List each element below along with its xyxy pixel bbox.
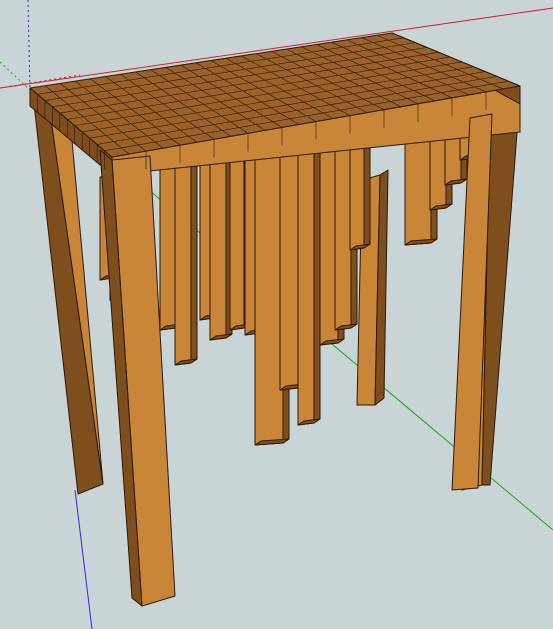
scene-canvas[interactable] [0,0,553,629]
hanging-slat-4 [229,151,245,331]
z-axis-dashed [27,0,31,91]
hanging-slat-0 [159,164,177,331]
hanging-slat-7 [279,143,299,391]
hanging-slat-side-8 [313,136,321,424]
hanging-slat-8 [297,140,315,426]
z-axis-line [74,489,93,629]
hanging-slat-1 [174,161,192,366]
3d-viewport[interactable] [0,0,553,629]
table-model[interactable] [29,32,521,607]
hanging-slat-6 [254,147,284,446]
hanging-slat-3 [209,155,227,341]
hanging-slat-side-1 [190,157,198,364]
hanging-slat-10 [334,133,352,331]
